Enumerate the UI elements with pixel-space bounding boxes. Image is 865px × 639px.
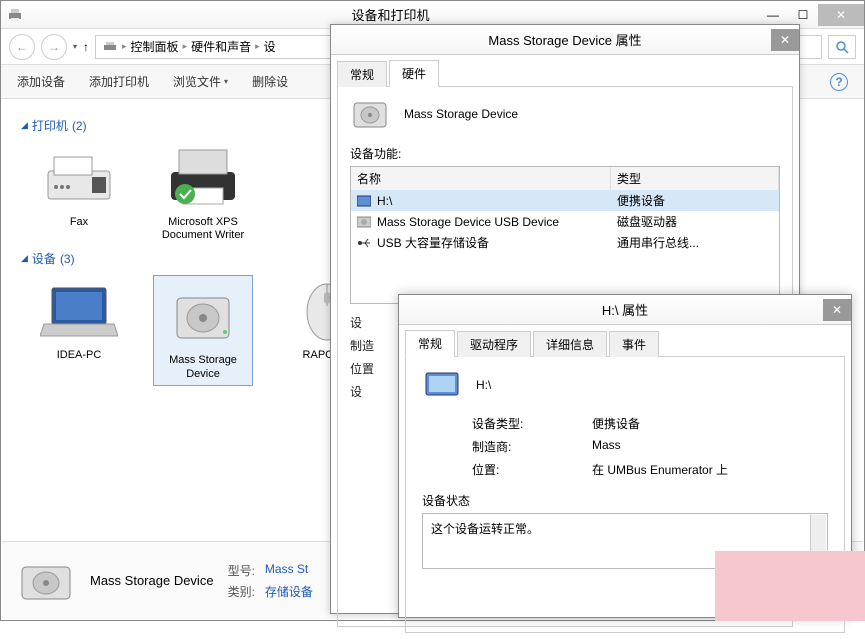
chevron-down-icon: ◢ (21, 253, 28, 264)
maximize-button[interactable]: ☐ (788, 4, 818, 26)
breadcrumb-item[interactable]: 控制面板 (131, 38, 179, 55)
tab-driver[interactable]: 驱动程序 (457, 331, 531, 357)
back-button[interactable]: ← (9, 34, 35, 60)
device-functions-table: 名称 类型 H:\ 便携设备 Mass Storage Device USB D… (350, 166, 780, 304)
breadcrumb-item[interactable]: 设 (264, 38, 276, 55)
hdd-icon (357, 216, 371, 228)
minimize-button[interactable]: — (758, 4, 788, 26)
col-name[interactable]: 名称 (351, 167, 611, 190)
printer-app-icon (7, 7, 23, 23)
type-label: 设备类型: (472, 415, 572, 432)
status-category-label: 类别: (228, 583, 255, 600)
device-fax[interactable]: Fax (29, 142, 129, 242)
tab-events[interactable]: 事件 (609, 331, 659, 357)
add-device-button[interactable]: 添加设备 (17, 73, 65, 90)
close-button[interactable]: ✕ (771, 29, 799, 51)
external-drive-icon (350, 97, 390, 131)
loc-label: 位置: (472, 461, 572, 478)
external-drive-icon (16, 557, 76, 605)
tab-general[interactable]: 常规 (405, 330, 455, 357)
chevron-down-icon: ◢ (21, 120, 28, 131)
add-printer-button[interactable]: 添加打印机 (89, 73, 149, 90)
search-button[interactable] (828, 35, 856, 59)
function-row[interactable]: Mass Storage Device USB Device 磁盘驱动器 (351, 211, 779, 232)
close-button[interactable]: ✕ (818, 4, 864, 26)
forward-button[interactable]: → (41, 34, 67, 60)
prop2-tabs: 常规 驱动程序 详细信息 事件 (405, 331, 845, 357)
help-icon[interactable]: ? (830, 73, 848, 91)
status-text: 这个设备运转正常。 (431, 522, 539, 536)
loc-value: 在 UMBus Enumerator 上 (592, 461, 828, 478)
fax-icon (42, 147, 116, 207)
up-button[interactable]: ↑ (83, 40, 89, 54)
prop2-titlebar: H:\ 属性 ✕ (399, 295, 851, 325)
tab-general[interactable]: 常规 (337, 61, 387, 87)
watermark-overlay (715, 551, 865, 621)
status-model-value: Mass St (265, 562, 313, 579)
status-model-label: 型号: (228, 562, 255, 579)
prop1-title: Mass Storage Device 属性 (359, 30, 771, 49)
printer-icon (102, 40, 118, 54)
prop1-device-name: Mass Storage Device (404, 107, 518, 121)
usb-icon (357, 237, 371, 249)
prop1-titlebar: Mass Storage Device 属性 ✕ (331, 25, 799, 55)
external-drive-icon (167, 284, 239, 346)
functions-label: 设备功能: (350, 145, 780, 162)
device-xps-writer[interactable]: Microsoft XPS Document Writer (153, 142, 253, 242)
tab-hardware[interactable]: 硬件 (389, 60, 439, 87)
function-row[interactable]: USB 大容量存储设备 通用串行总线... (351, 232, 779, 253)
status-label: 设备状态 (422, 492, 828, 509)
main-title: 设备和打印机 (23, 5, 758, 24)
history-dropdown[interactable]: ▾ (73, 42, 77, 51)
close-button[interactable]: ✕ (823, 299, 851, 321)
breadcrumb-item[interactable]: 硬件和声音 (191, 38, 251, 55)
drive-icon (357, 195, 371, 207)
status-device-name: Mass Storage Device (90, 573, 214, 588)
prop1-tabs: 常规 硬件 (337, 61, 793, 87)
mfr-value: Mass (592, 438, 828, 455)
device-idea-pc[interactable]: IDEA-PC (29, 275, 129, 385)
search-icon (835, 40, 849, 54)
device-mass-storage[interactable]: Mass Storage Device (153, 275, 253, 385)
laptop-icon (40, 280, 118, 340)
prop2-device-name: H:\ (476, 378, 491, 392)
remove-device-button[interactable]: 删除设 (252, 73, 288, 90)
portable-device-icon (422, 369, 462, 401)
col-type[interactable]: 类型 (611, 167, 779, 190)
browse-files-button[interactable]: 浏览文件▾ (173, 73, 228, 90)
prop2-title: H:\ 属性 (427, 300, 823, 319)
status-category-value: 存储设备 (265, 583, 313, 600)
mfr-label: 制造商: (472, 438, 572, 455)
tab-details[interactable]: 详细信息 (533, 331, 607, 357)
printer-icon (163, 144, 243, 210)
function-row[interactable]: H:\ 便携设备 (351, 190, 779, 211)
type-value: 便携设备 (592, 415, 828, 432)
